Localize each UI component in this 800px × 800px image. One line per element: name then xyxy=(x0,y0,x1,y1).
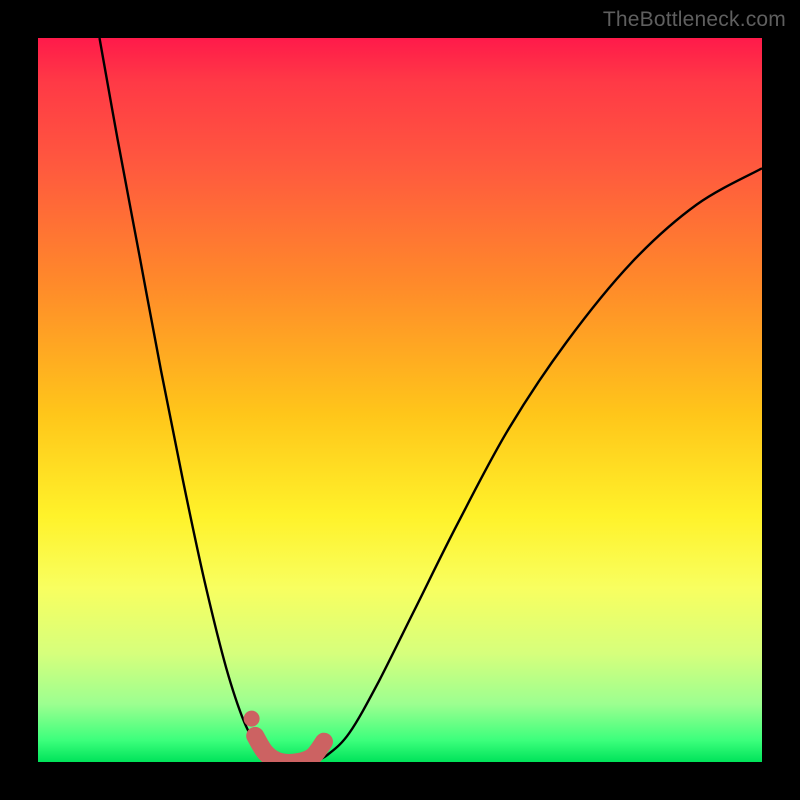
watermark-text: TheBottleneck.com xyxy=(603,8,786,32)
right-curve xyxy=(313,168,762,762)
valley-accent xyxy=(255,736,324,762)
left-curve xyxy=(100,38,277,762)
chart-frame: TheBottleneck.com xyxy=(0,0,800,800)
accent-dot xyxy=(244,711,260,727)
chart-svg xyxy=(38,38,762,762)
